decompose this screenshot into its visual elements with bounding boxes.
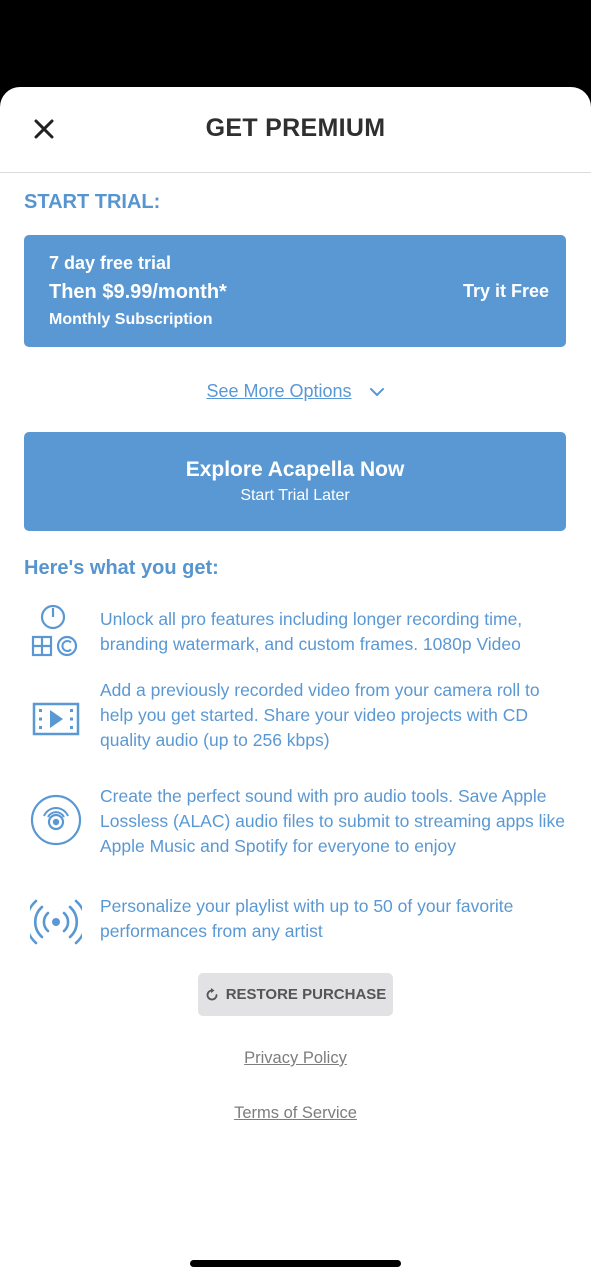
home-indicator — [190, 1260, 401, 1267]
free-trial-button[interactable]: 7 day free trial Then $9.99/month* Month… — [24, 235, 566, 347]
try-free-label: Try it Free — [462, 281, 549, 301]
pro-features-icon — [31, 604, 78, 657]
explore-now-button[interactable]: Explore Acapella Now Start Trial Later — [24, 432, 566, 531]
feature-text: Add a previously recorded video from you… — [100, 680, 540, 750]
restore-label: RESTORE PURCHASE — [225, 986, 387, 1003]
start-trial-label: START TRIAL: — [24, 191, 161, 213]
chevron-down-icon — [369, 388, 384, 397]
broadcast-icon — [30, 899, 82, 945]
feature-text: Unlock all pro features including longer… — [100, 609, 523, 654]
see-more-label: See More Options — [206, 381, 352, 401]
header: GET PREMIUM — [0, 87, 591, 173]
trial-duration: 7 day free trial — [49, 253, 172, 273]
video-film-icon — [32, 702, 80, 736]
trial-price: Then $9.99/month* — [49, 281, 227, 303]
trial-plan: Monthly Subscription — [49, 311, 213, 328]
speaker-disc-icon — [30, 794, 82, 846]
explore-main-label: Explore Acapella Now — [185, 458, 405, 481]
see-more-options-link[interactable]: See More Options — [0, 381, 591, 402]
premium-sheet: GET PREMIUM START TRIAL: 7 day free tria… — [0, 87, 591, 1280]
page-title: GET PREMIUM — [205, 114, 386, 142]
features-heading: Here's what you get: — [24, 557, 219, 579]
feature-text: Personalize your playlist with up to 50 … — [100, 896, 514, 941]
terms-of-service-link[interactable]: Terms of Service — [0, 1104, 591, 1123]
restore-purchase-button[interactable]: RESTORE PURCHASE — [198, 973, 393, 1016]
privacy-policy-link[interactable]: Privacy Policy — [0, 1049, 591, 1068]
feature-text: Create the perfect sound with pro audio … — [100, 786, 565, 856]
explore-sub-label: Start Trial Later — [240, 487, 350, 504]
refresh-icon — [206, 987, 218, 1000]
